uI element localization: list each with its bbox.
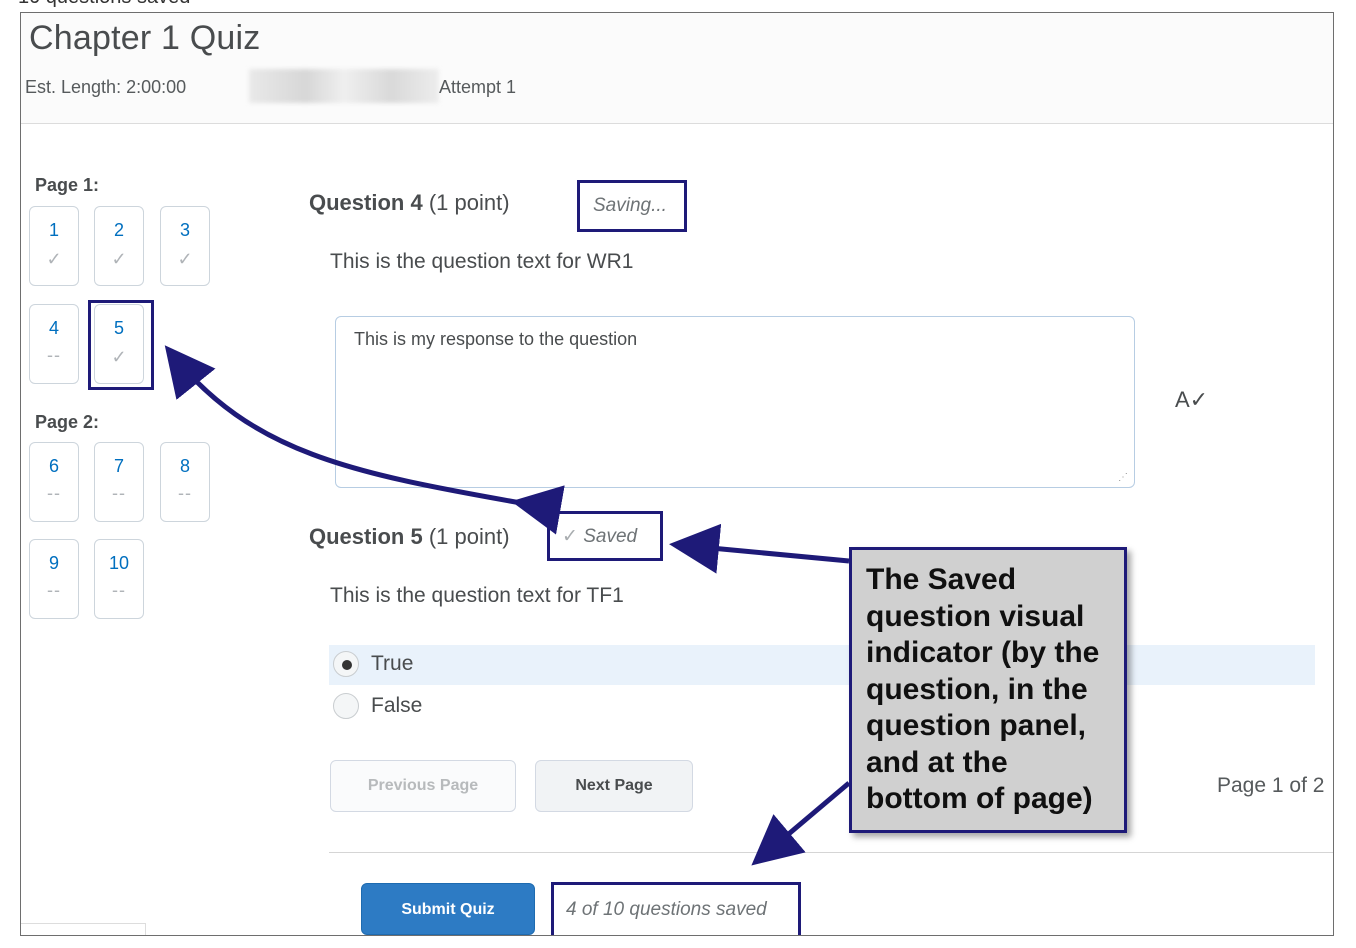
- quiz-window: Chapter 1 Quiz Est. Length: 2:00:00 Atte…: [20, 12, 1334, 936]
- arrow-to-question-panel: [164, 345, 565, 535]
- truncated-caption: 10 questions saved": [18, 0, 197, 9]
- arrow-to-saved-count: [751, 781, 851, 866]
- annotation-arrows: [164, 345, 851, 866]
- arrow-to-saved-indicator: [669, 523, 850, 574]
